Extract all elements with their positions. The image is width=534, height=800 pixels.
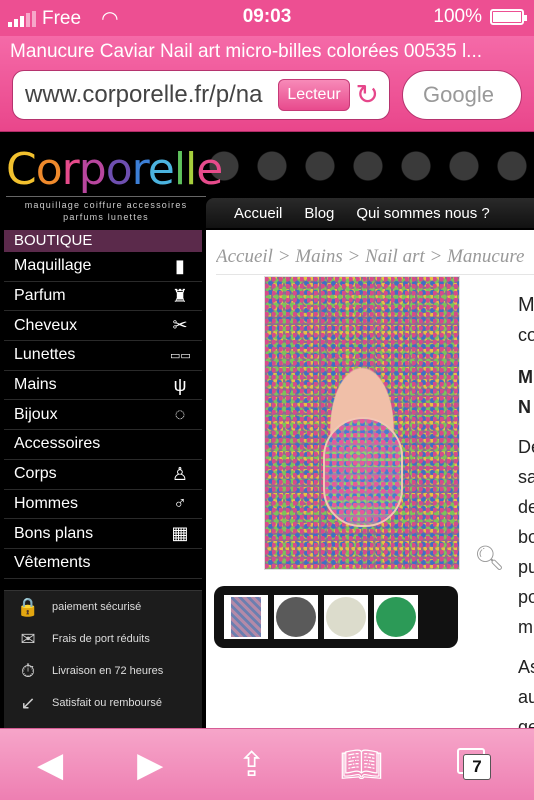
desc-fragment: au (518, 687, 534, 707)
sidebar-item-label: Bijoux (14, 405, 58, 423)
feature-item: ✉ Frais de port réduits (4, 623, 202, 655)
desc-fragment: N (518, 397, 531, 417)
sidebar-item-parfum[interactable]: Parfum ♜ (4, 282, 202, 312)
feature-item: ↙ Satisfait ou remboursé (4, 687, 202, 719)
page-title: Manucure Caviar Nail art micro-billes co… (10, 41, 483, 62)
features-box: 🔒 paiement sécurisé ✉ Frais de port réduit… (4, 590, 202, 728)
male-icon: ♂ (173, 493, 187, 514)
site-logo[interactable]: Corporelle maquillage coiffure accessoir… (6, 144, 223, 223)
website: Corporelle maquillage coiffure accessoir… (0, 132, 534, 728)
search-field[interactable]: Google (402, 70, 522, 120)
feature-item: ⏱ Livraison en 72 heures (4, 655, 202, 687)
body-icon: ♙ (171, 463, 189, 484)
sidebar-item-bons-plans[interactable]: Bons plans ▦ (4, 519, 202, 549)
thumbnail[interactable] (224, 595, 268, 639)
desc-fragment: ge (518, 717, 534, 728)
sidebar: BOUTIQUE Maquillage ▮ Parfum ♜ Cheveux ✂ Lu… (4, 230, 202, 579)
sidebar-item-hommes[interactable]: Hommes ♂ (4, 490, 202, 520)
tagline-line-2: parfums lunettes (63, 212, 149, 222)
share-icon[interactable]: ⇪ (237, 745, 266, 785)
top-nav: Accueil Blog Qui sommes nous ? (206, 198, 534, 228)
tab-count: 7 (462, 753, 491, 780)
reader-button[interactable]: Lecteur (278, 79, 350, 111)
zoom-icon[interactable]: 🔍︎ (474, 544, 504, 573)
tabs-button[interactable]: 7 (456, 747, 497, 782)
sidebar-item-label: Corps (14, 465, 57, 483)
sidebar-item-lunettes[interactable]: Lunettes ▭▭ (4, 341, 202, 371)
scissors-icon: ✂ (172, 315, 188, 336)
desc-fragment: M (518, 367, 533, 387)
desc-fragment: sa (518, 467, 534, 487)
sidebar-item-mains[interactable]: Mains ψ (4, 371, 202, 401)
sidebar-item-label: Parfum (14, 287, 66, 305)
sidebar-item-label: Lunettes (14, 346, 76, 364)
feature-label: Satisfait ou remboursé (52, 697, 163, 709)
sidebar-item-accessoires[interactable]: Accessoires (4, 430, 202, 460)
feature-item: 🔒 paiement sécurisé (4, 591, 202, 623)
logo-tagline: maquillage coiffure accessoires parfums … (6, 196, 206, 223)
sidebar-item-bijoux[interactable]: Bijoux ◌ (4, 400, 202, 431)
logo-wordmark: Corporelle (6, 144, 223, 195)
perfume-icon: ♜ (171, 285, 189, 306)
thumbnail[interactable] (274, 595, 318, 639)
sidebar-item-maquillage[interactable]: Maquillage ▮ (4, 252, 202, 282)
sidebar-item-label: Mains (14, 376, 57, 394)
thumbnail[interactable] (374, 595, 418, 639)
delivery-icon: ⏱ (20, 660, 36, 681)
sidebar-item-cheveux[interactable]: Cheveux ✂ (4, 311, 202, 342)
ring-icon: ◌ (174, 404, 186, 425)
desc-fragment: As (518, 657, 534, 677)
url-text[interactable]: www.corporelle.fr/p/na (25, 81, 273, 109)
desc-fragment: pu (518, 557, 534, 577)
browser-toolbar: ◀ ▶ ⇪ 📖︎ 7 (0, 728, 534, 800)
lock-icon: 🔒 (16, 596, 40, 617)
back-icon[interactable]: ◀ (37, 745, 63, 785)
header-dots-decoration (200, 142, 534, 202)
envelope-icon: ✉ (20, 628, 36, 649)
sidebar-item-label: Accessoires (14, 435, 101, 453)
sidebar-item-label: Vêtements (14, 554, 91, 572)
tagline-line-1: maquillage coiffure accessoires (24, 200, 188, 210)
sidebar-item-vetements[interactable]: Vêtements (4, 549, 202, 579)
reload-icon[interactable]: ↻ (356, 80, 379, 110)
address-bar[interactable]: www.corporelle.fr/p/na Lecteur ↻ (12, 70, 390, 120)
thumbnail-strip (214, 586, 458, 648)
sidebar-item-label: Bons plans (14, 524, 94, 542)
battery-percent: 100% (433, 6, 482, 27)
sidebar-item-corps[interactable]: Corps ♙ (4, 460, 202, 490)
desc-fragment: bo (518, 527, 534, 547)
sidebar-item-label: Maquillage (14, 257, 92, 275)
browser-chrome: Manucure Caviar Nail art micro-billes co… (0, 36, 534, 132)
nail-illustration (323, 417, 403, 527)
desc-fragment: De (518, 437, 534, 457)
desc-fragment: M (518, 294, 534, 316)
feature-label: Livraison en 72 heures (52, 665, 164, 677)
desc-fragment: de (518, 497, 534, 517)
status-bar: Free ◠ 09:03 100% (0, 0, 534, 36)
desc-fragment: po (518, 587, 534, 607)
product-image[interactable] (264, 276, 460, 570)
gift-icon: ▦ (171, 523, 189, 544)
hands-icon: ψ (173, 374, 187, 395)
sidebar-item-label: Hommes (14, 494, 79, 512)
forward-icon[interactable]: ▶ (137, 745, 163, 785)
nav-accueil[interactable]: Accueil (234, 205, 282, 222)
desc-fragment: co (518, 325, 534, 345)
main-content: Accueil > Mains > Nail art > Manucure 🔍︎… (206, 230, 534, 728)
feature-label: paiement sécurisé (52, 601, 142, 613)
bookmarks-icon[interactable]: 📖︎ (340, 745, 383, 785)
product-description-cut: M co M N De sa de bo pu po m As au ge ca (518, 290, 534, 728)
thumbnail[interactable] (324, 595, 368, 639)
sidebar-item-label: Cheveux (14, 316, 78, 334)
breadcrumb[interactable]: Accueil > Mains > Nail art > Manucure (216, 246, 534, 275)
desc-fragment: m (518, 617, 533, 637)
feature-label: Frais de port réduits (52, 633, 150, 645)
lipstick-icon: ▮ (175, 255, 185, 276)
battery-icon (490, 9, 527, 25)
sidebar-title: BOUTIQUE (4, 230, 202, 252)
nav-blog[interactable]: Blog (304, 205, 334, 222)
glasses-icon: ▭▭ (170, 349, 191, 362)
return-icon: ↙ (20, 692, 36, 713)
nav-qui-sommes-nous[interactable]: Qui sommes nous ? (356, 205, 489, 222)
